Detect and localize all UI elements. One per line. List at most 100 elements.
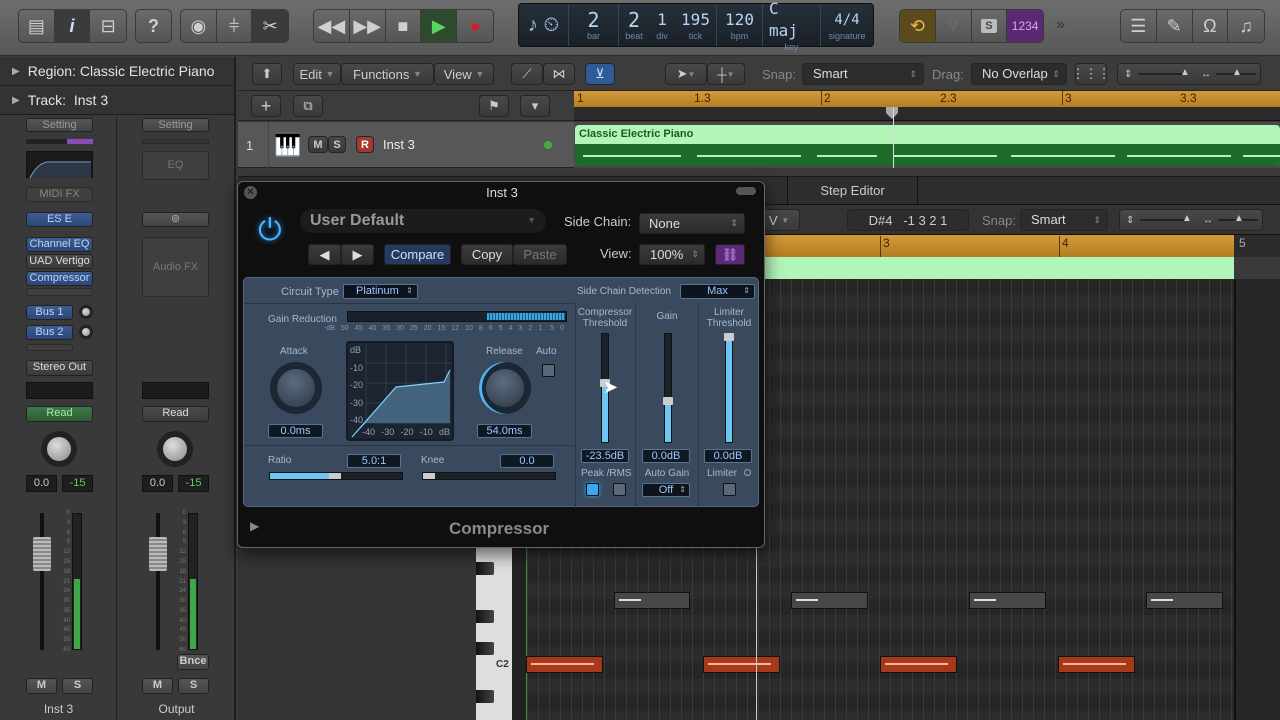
midi-note[interactable] [614,592,690,609]
list-editors-icon[interactable]: ☰ [1121,10,1157,42]
midi-note[interactable] [1146,592,1223,609]
library-icon[interactable]: ▤ [19,10,55,42]
play-icon[interactable]: ▶ [421,10,458,42]
previous-preset-icon[interactable]: ◀ [308,244,341,265]
setting-button[interactable]: Setting [142,118,209,132]
notepad-icon[interactable]: ✎ [1157,10,1193,42]
track-options-icon[interactable]: ▾ [520,95,550,117]
editor-zoom-sliders[interactable]: ⇕ ▲ ↔ ▲ [1119,209,1263,231]
functions-menu[interactable]: Functions ▼ [341,63,434,85]
send-level-knob-2[interactable] [79,325,93,339]
solo-mode-button[interactable]: S [972,10,1008,42]
divider[interactable] [238,168,1280,176]
volume-fader-handle[interactable] [149,537,167,571]
track-solo-button[interactable]: S [328,136,346,153]
side-chain-detection-popup[interactable]: Max ⇕ [680,284,755,299]
flex-icon[interactable]: ⋈ [543,63,575,85]
attack-knob[interactable] [270,362,322,414]
release-knob[interactable] [479,362,531,414]
send-level-knob-1[interactable] [79,305,93,319]
fast-forward-icon[interactable]: ▶▶ [350,10,386,42]
volume-fader-handle[interactable] [33,537,51,571]
side-chain-popup[interactable]: None ⇕ [639,213,745,234]
send-bus-2[interactable]: Bus 2 [26,325,73,340]
mute-button[interactable]: M [142,678,173,694]
ratio-slider-handle[interactable] [329,473,342,479]
midi-note-selected[interactable] [526,656,603,673]
compare-button[interactable]: Compare [384,244,451,265]
editors-icon[interactable]: ✂ [252,10,288,42]
go-up-icon[interactable]: ⬆ [252,63,282,85]
view-menu[interactable]: View ▼ [434,63,494,85]
lcd-display[interactable]: ♪ ⏲ 2 bar 2 beat 1 div 195 tick 120 bpm C maj… [518,0,874,52]
drag-popup[interactable]: No Overlap ⇕ [971,63,1067,85]
ratio-value[interactable]: 5.0:1 [347,454,401,468]
knee-slider-handle[interactable] [423,473,435,479]
preset-menu[interactable]: User Default ▼ [300,209,546,233]
track-on-indicator[interactable] [544,141,552,149]
link-icon[interactable]: ⛓ [715,244,745,265]
smart-controls-icon[interactable]: ◉ [181,10,217,42]
mixer-icon[interactable]: ⫩ [217,10,253,42]
automation-icon[interactable]: ⟋ [511,63,543,85]
midi-region[interactable]: Classic Electric Piano [575,125,1280,166]
send-bus-1[interactable]: Bus 1 [26,305,73,320]
tuner-icon[interactable]: ⑂ [936,10,972,42]
insert-slot-uad-vertigo[interactable]: UAD Vertigo [26,254,93,269]
group-slot[interactable] [142,382,209,399]
volume-fader-track[interactable] [156,513,160,650]
insert-slot-compressor[interactable]: Compressor [26,271,93,286]
black-key[interactable] [476,562,494,575]
peak-button[interactable] [586,483,599,496]
help-icon[interactable]: ? [136,10,171,42]
knee-value[interactable]: 0.0 [500,454,554,468]
next-preset-icon[interactable]: ▶ [341,244,374,265]
more-chevron-icon[interactable]: » [1056,16,1065,34]
eq-slot[interactable]: EQ [142,151,209,180]
track-header-1[interactable]: 1 🎹 M S R Inst 3 [238,122,574,168]
midi-note-selected[interactable] [703,656,780,673]
midi-note-selected[interactable] [1058,656,1135,673]
view-size-popup[interactable]: 100% ⇕ [639,244,705,265]
midi-note[interactable] [791,592,868,609]
black-key[interactable] [476,642,494,655]
solo-button[interactable]: S [178,678,209,694]
gain-value[interactable]: 0.0dB [642,449,690,463]
media-browser-icon[interactable]: ♫ [1228,10,1264,42]
black-key[interactable] [476,690,494,703]
midi-fx-slot[interactable]: MIDI FX [26,187,93,202]
count-in-button[interactable]: 1234 [1007,10,1043,42]
midi-note[interactable] [969,592,1046,609]
track-inspector-header[interactable]: ▶ Track: Inst 3 [0,86,234,115]
compressor-threshold-value[interactable]: -23.5dB [581,449,629,463]
edit-menu[interactable]: Edit ▼ [293,63,341,85]
rms-button[interactable] [613,483,626,496]
toolbar-icon[interactable]: ⊟ [90,10,126,42]
extended-parameters-icon[interactable]: ▶ [250,519,259,533]
stop-icon[interactable]: ■ [386,10,422,42]
midi-note-selected[interactable] [880,656,957,673]
black-key[interactable] [476,610,494,623]
slider-handle[interactable] [724,333,734,342]
ratio-slider[interactable] [269,472,403,480]
setting-button[interactable]: Setting [26,118,93,132]
cycle-icon[interactable]: ⟲ [900,10,936,42]
zoom-sliders[interactable]: ⇕ ▲ ↔ ▲ [1117,63,1261,85]
bounce-button[interactable]: Bnce [177,654,209,670]
automation-mode-button[interactable]: Read [142,406,209,422]
ruler[interactable]: 1 1.3 2 2.3 3 3.3 [574,91,1280,107]
circuit-type-popup[interactable]: Platinum ⇕ [343,284,418,299]
playhead-icon[interactable] [886,107,898,119]
crosshair-tool-icon[interactable]: ┼ ▼ [707,63,745,85]
region-inspector-header[interactable]: ▶ Region: Classic Electric Piano [0,57,234,86]
snap-popup[interactable]: Smart ⇕ [802,63,924,85]
group-slot[interactable] [26,382,93,399]
info-icon[interactable]: i [54,10,91,42]
release-value[interactable]: 54.0ms [477,424,532,438]
auto-gain-popup[interactable]: Off ⇕ [642,483,690,497]
loop-browser-icon[interactable]: Ω [1193,10,1229,42]
instrument-slot[interactable]: ES E [26,212,93,227]
track-mute-button[interactable]: M [308,136,328,153]
audio-fx-slot[interactable]: Audio FX [142,237,209,297]
catch-playhead-icon[interactable]: ⊻ [585,63,615,85]
